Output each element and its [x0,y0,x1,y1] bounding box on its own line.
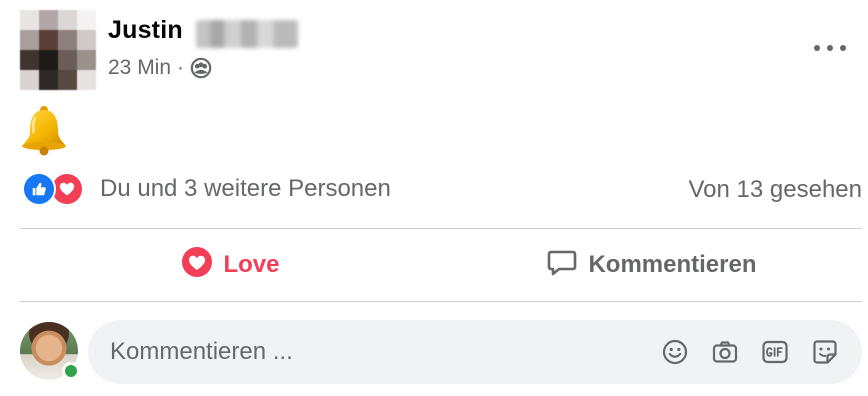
sticker-icon[interactable] [810,337,840,367]
love-icon [181,246,213,285]
divider [20,228,862,229]
emoji-icon[interactable] [660,337,690,367]
composer-tools [660,337,862,367]
author-name[interactable]: Justin [108,16,183,45]
love-label: Love [223,251,280,278]
camera-icon[interactable] [710,337,740,367]
reaction-count-text: Du und 3 weitere Personen [100,175,391,202]
meta-separator: · [177,56,185,79]
comment-input[interactable]: Kommentieren ... [88,320,862,384]
comment-placeholder: Kommentieren ... [110,338,293,365]
more-horizontal-icon [814,45,820,51]
seen-count[interactable]: Von 13 gesehen [689,176,863,204]
like-icon [22,172,56,206]
author-avatar[interactable] [20,10,96,90]
reactions-summary[interactable]: Du und 3 weitere Personen [22,172,391,206]
post-time[interactable]: 23 Min [108,56,171,80]
comment-label: Kommentieren [588,251,757,278]
current-user-avatar[interactable] [20,322,80,380]
love-button[interactable]: Love [20,232,441,298]
redacted-surname [196,20,298,48]
friends-icon[interactable] [190,57,212,79]
bell-icon [20,104,68,156]
comment-icon [546,246,578,285]
online-status-icon [62,362,80,380]
post-meta: 23 Min · [108,56,212,80]
gif-icon[interactable] [760,337,790,367]
comment-button[interactable]: Kommentieren [441,232,862,298]
divider [20,301,862,302]
more-options-button[interactable] [814,38,846,58]
